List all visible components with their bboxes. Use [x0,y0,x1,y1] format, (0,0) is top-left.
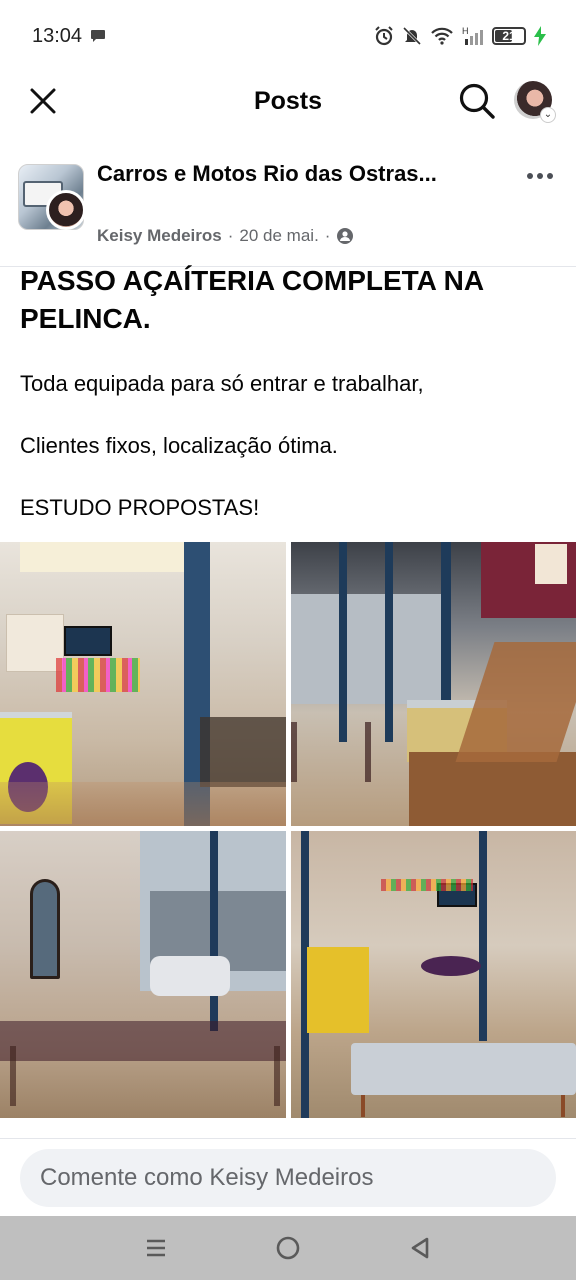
post-headline: PASSO AÇAÍTERIA COMPLETA NA PELINCA. [20,265,484,334]
post-paragraph: ESTUDO PROPOSTAS! [20,495,260,520]
post-meta: Keisy Medeiros · 20 de mai. · [97,226,354,246]
recent-apps-icon[interactable] [144,1236,168,1260]
status-time: 13:04 [32,24,83,47]
post-photo-4[interactable] [291,831,576,1118]
group-privacy-icon [337,228,354,244]
header-actions: ⌄ [458,81,556,123]
battery-level: 21 [502,29,516,43]
svg-text:H: H [462,26,469,36]
post-body: PASSO AÇAÍTERIA COMPLETA NA PELINCA. Tod… [20,262,556,523]
post-date[interactable]: 20 de mai. [239,226,318,246]
post-photo-3[interactable] [0,831,286,1118]
post-paragraph: Toda equipada para só entrar e trabalhar… [20,371,424,396]
meta-separator-2: · [324,226,331,245]
back-icon[interactable] [408,1236,432,1260]
post-photo-2[interactable] [291,542,576,826]
comment-bar: Comente como Keisy Medeiros [0,1138,576,1216]
more-options-button[interactable] [522,164,558,188]
alarm-icon [375,26,393,46]
post-paragraph: Clientes fixos, localização ótima. [20,433,338,458]
mute-icon [402,26,422,46]
wifi-icon [431,27,453,45]
meta-separator: · [227,226,234,245]
author-avatar[interactable] [46,190,86,230]
status-left: 13:04 [32,25,106,48]
signal-icon: H [462,26,483,45]
chevron-down-icon: ⌄ [540,107,556,123]
close-icon[interactable] [28,86,58,116]
comment-input[interactable]: Comente como Keisy Medeiros [20,1149,556,1207]
home-icon[interactable] [275,1235,301,1261]
more-icon-dot [547,173,553,179]
more-icon-dot [537,173,543,179]
post-header: Carros e Motos Rio das Ostras... Keisy M… [18,160,558,260]
profile-avatar-button[interactable]: ⌄ [514,81,556,123]
photo-grid [0,542,576,1118]
charging-icon [534,26,546,46]
author-name[interactable]: Keisy Medeiros [97,226,222,246]
search-icon[interactable] [458,82,496,120]
group-name[interactable]: Carros e Motos Rio das Ostras... [97,160,487,187]
top-app-bar: Posts ⌄ [0,72,576,130]
chat-notification-icon [91,30,106,42]
post-photo-1[interactable] [0,542,286,826]
status-bar: 13:04 H 21 [0,0,576,72]
status-right: H 21 [374,26,546,46]
system-nav-bar [0,1216,576,1280]
more-icon [527,173,533,179]
battery-indicator: 21 [492,27,526,45]
